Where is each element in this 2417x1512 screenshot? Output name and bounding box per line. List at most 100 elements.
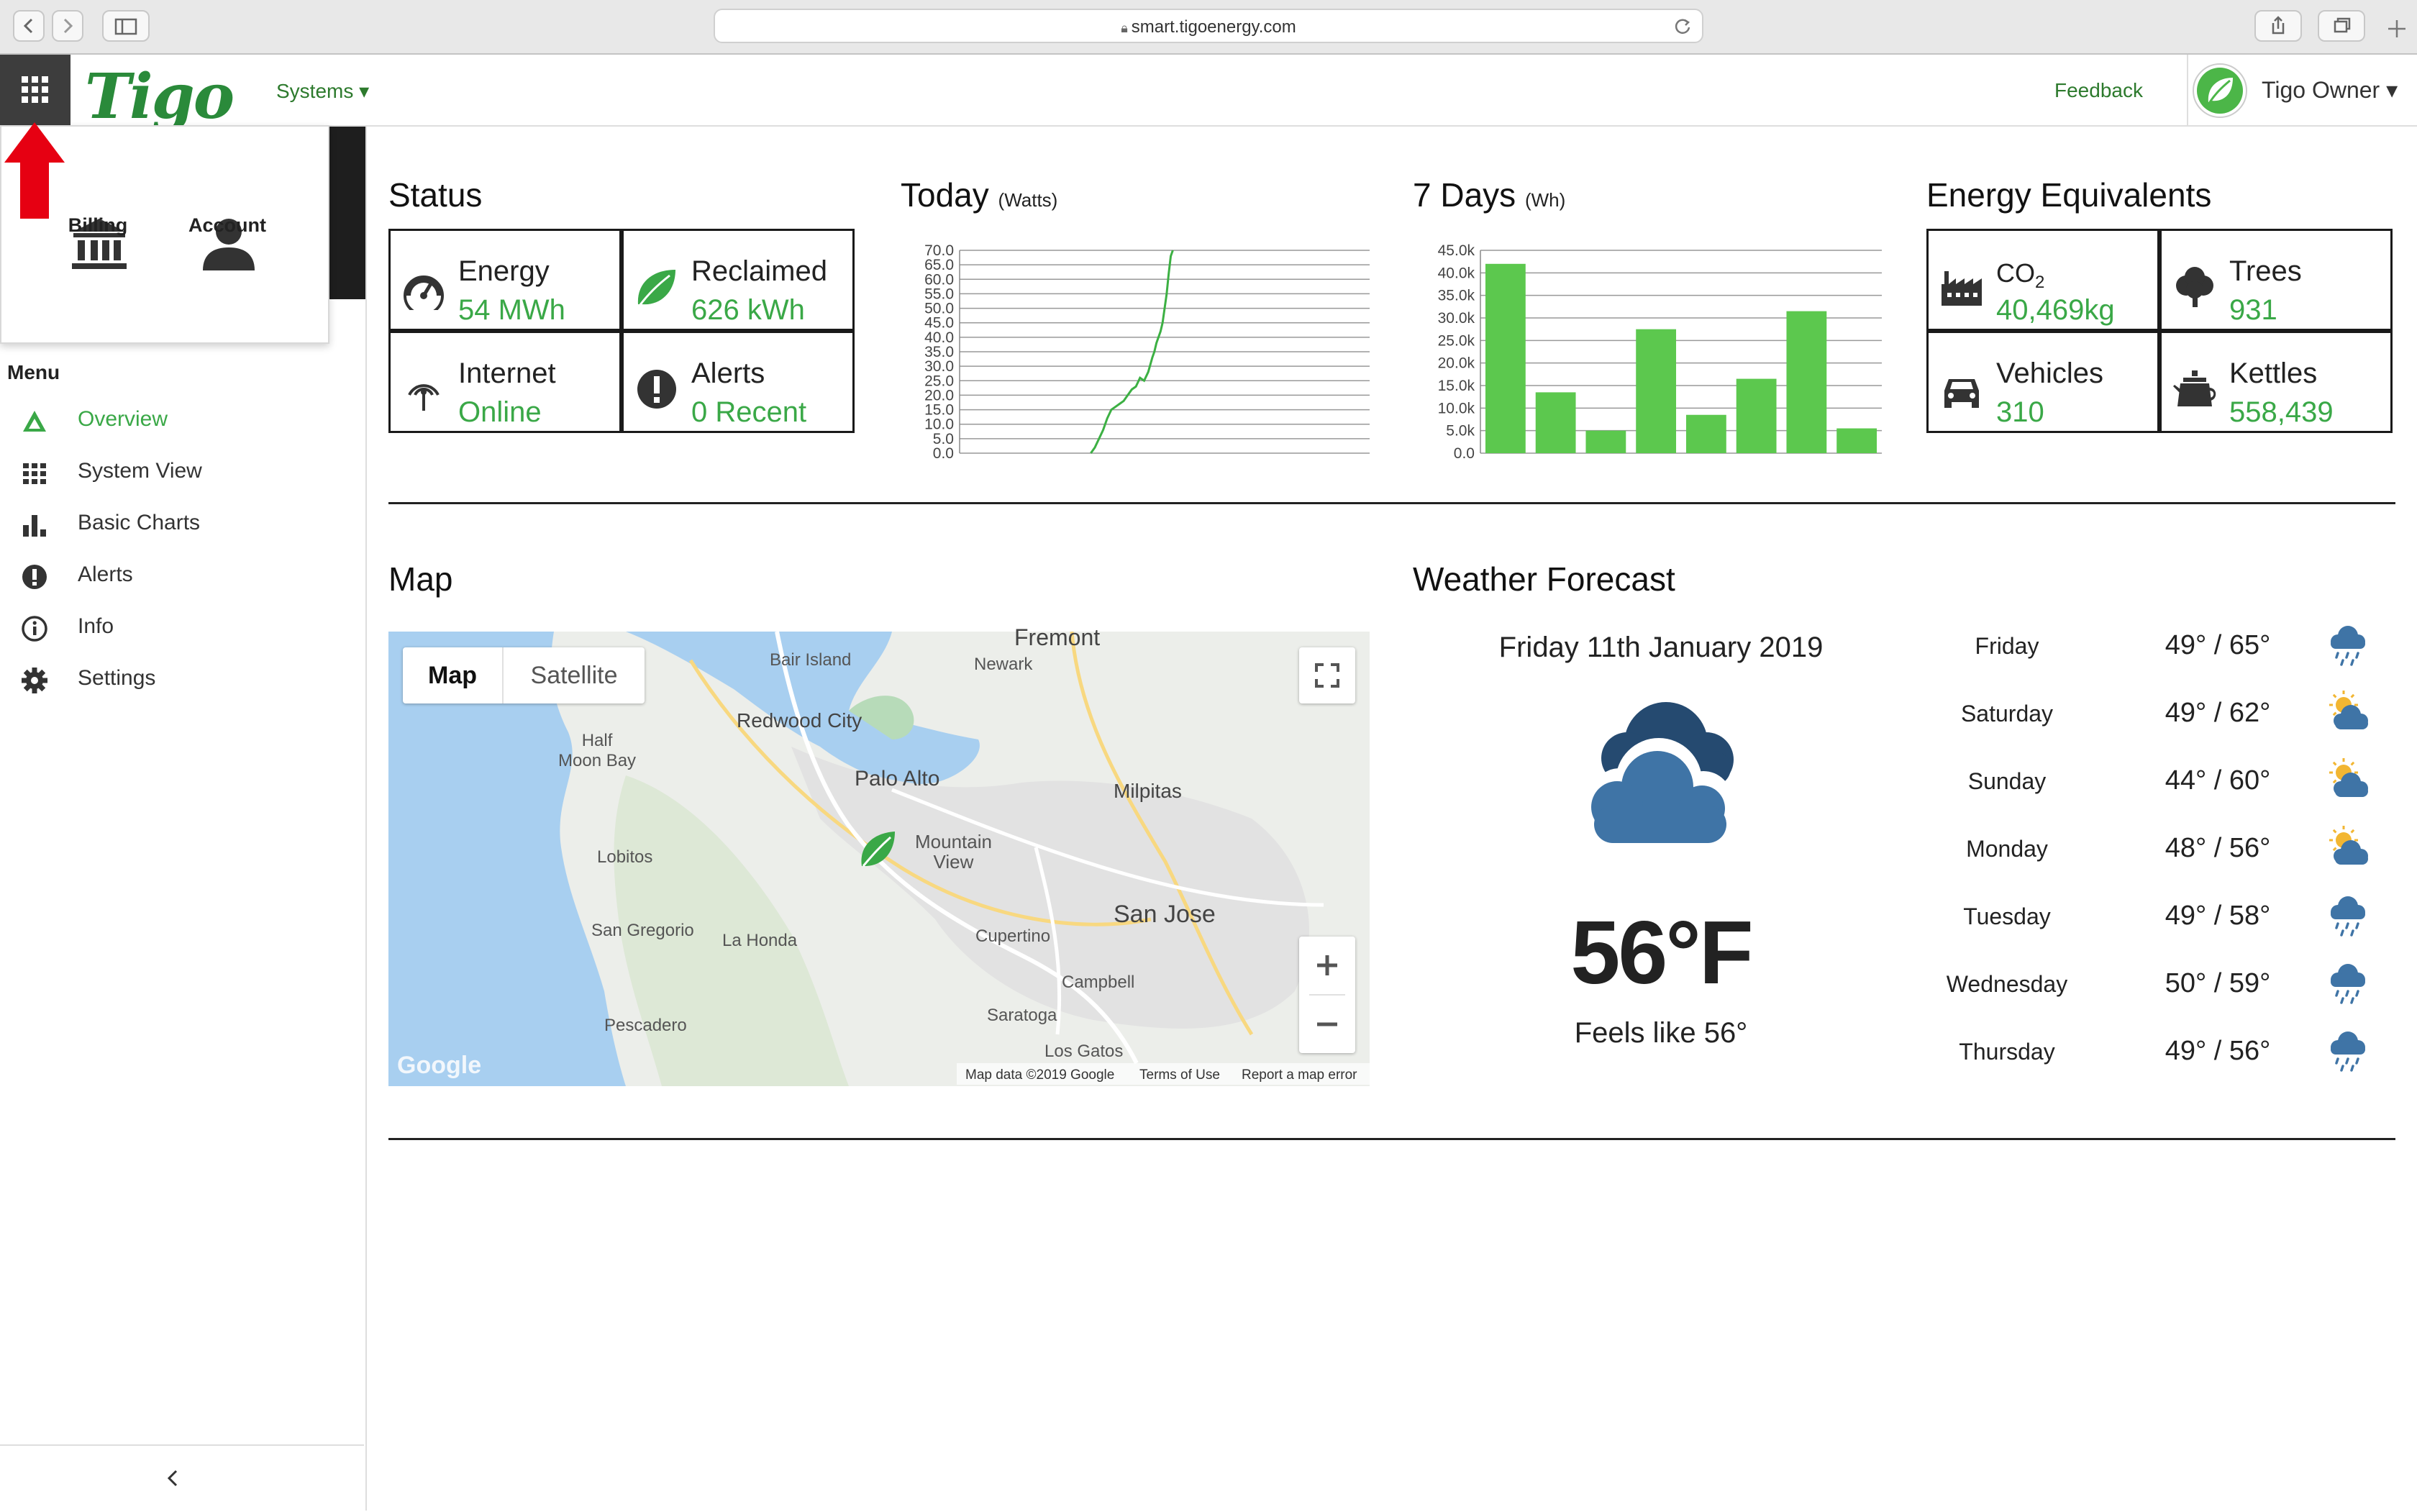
account-label[interactable]: Account — [163, 214, 292, 237]
exclamation-icon — [22, 565, 47, 589]
bar — [1636, 329, 1677, 453]
tigo-logo[interactable]: Tigo — [85, 60, 235, 133]
map-report-link[interactable]: Report a map error — [1242, 1067, 1357, 1083]
map-title: Map — [388, 560, 453, 598]
user-avatar[interactable] — [2193, 63, 2247, 118]
y-tick-label: 20.0 — [924, 387, 954, 404]
map-place: Los Gatos — [1044, 1042, 1124, 1061]
bar — [1736, 378, 1777, 453]
leaf-avatar-icon — [2197, 68, 2243, 114]
equivalent-tile-trees[interactable]: Trees 931 — [2159, 229, 2393, 331]
zoom-out-button[interactable] — [1299, 996, 1355, 1053]
car-icon — [1944, 379, 1979, 408]
systems-dropdown[interactable]: Systems ▾ — [276, 79, 369, 103]
forecast-day: Saturday — [1960, 701, 2054, 727]
y-tick-label: 25.0 — [924, 373, 954, 389]
tile-value: 558,439 — [2229, 396, 2334, 428]
tile-value: 626 kWh — [691, 294, 805, 326]
equivalent-tile-vehicles[interactable]: Vehicles 310 — [1926, 331, 2159, 433]
status-tile-energy[interactable]: Energy 54 MWh — [388, 229, 622, 331]
y-tick-label: 15.0 — [924, 402, 954, 419]
chevron-right-icon — [63, 18, 73, 34]
chevron-left-icon — [167, 1470, 178, 1487]
forecast-day: Sunday — [1967, 768, 2047, 794]
bar — [1585, 430, 1626, 453]
sidebar-item-label: Info — [78, 614, 114, 638]
tile-label: Trees — [2229, 255, 2302, 287]
y-tick-label: 15.0k — [1438, 378, 1475, 394]
forecast-temps: 49° / 62° — [2165, 698, 2271, 728]
bar — [1786, 311, 1827, 453]
tile-label: Alerts — [691, 357, 765, 389]
back-button[interactable] — [13, 10, 45, 42]
sidebar-item-alerts[interactable]: Alerts — [0, 550, 364, 601]
sidebar-item-overview[interactable]: Overview — [0, 394, 364, 446]
share-button[interactable] — [2254, 10, 2302, 42]
sidebar-item-basic-charts[interactable]: Basic Charts — [0, 498, 364, 550]
y-tick-label: 0.0 — [933, 445, 954, 462]
map-terms-link[interactable]: Terms of Use — [1139, 1067, 1220, 1083]
sidebar-item-label: Basic Charts — [78, 511, 201, 534]
map-place: Fremont — [1014, 624, 1101, 650]
menu-title: Menu — [7, 361, 60, 383]
sidebar-item-label: Alerts — [78, 563, 133, 586]
forecast-temps: 44° / 60° — [2165, 765, 2271, 796]
feedback-link[interactable]: Feedback — [2054, 79, 2143, 102]
tabs-button[interactable] — [2318, 10, 2365, 42]
y-tick-label: 25.0k — [1438, 332, 1475, 349]
url-text: 🔒︎ smart.tigoenergy.com — [715, 17, 1702, 37]
status-tile-reclaimed[interactable]: Reclaimed 626 kWh — [622, 229, 855, 331]
tile-label: Reclaimed — [691, 255, 827, 287]
forecast-temps: 48° / 56° — [2165, 833, 2271, 863]
map-fullscreen-button[interactable] — [1299, 647, 1355, 703]
y-tick-label: 60.0 — [924, 271, 954, 288]
sidebar-collapse-button[interactable] — [0, 1444, 364, 1512]
sidebar-item-label: Overview — [78, 407, 168, 431]
google-logo: Google — [397, 1052, 482, 1079]
share-icon — [2272, 16, 2285, 35]
red-arrow-icon — [4, 122, 65, 219]
forecast-day: Friday — [1975, 633, 2039, 659]
status-title: Status — [388, 176, 483, 214]
y-tick-label: 55.0 — [924, 286, 954, 302]
map-place: Palo Alto — [855, 767, 940, 791]
map-place: Pescadero — [604, 1016, 687, 1035]
status-tile-internet[interactable]: Internet Online — [388, 331, 622, 433]
status-tile-alerts[interactable]: Alerts 0 Recent — [622, 331, 855, 433]
map-zoom-control — [1299, 937, 1355, 1053]
map-tab-map[interactable]: Map — [403, 647, 504, 703]
sidebar-toggle-button[interactable] — [102, 10, 150, 42]
sun-cloud-icon — [2323, 688, 2372, 737]
map-place: Bair Island — [770, 650, 852, 670]
user-name[interactable]: Tigo Owner ▾ — [2262, 76, 2398, 104]
map-place: Saratoga — [987, 1006, 1057, 1025]
seven-days-title: 7 Days (Wh) — [1413, 176, 1565, 214]
co2-subscript: 2 — [2035, 273, 2045, 293]
info-icon — [22, 616, 47, 642]
y-tick-label: 50.0 — [924, 301, 954, 317]
sidebar-item-info[interactable]: Info — [0, 601, 364, 653]
sidebar-item-settings[interactable]: Settings — [0, 653, 364, 705]
tree-icon — [2176, 267, 2213, 307]
plus-icon — [1317, 955, 1337, 975]
forward-button[interactable] — [52, 10, 83, 42]
equivalents-title: Energy Equivalents — [1926, 176, 2212, 214]
tile-value: 0 Recent — [691, 396, 807, 428]
new-tab-button[interactable] — [2381, 13, 2413, 45]
seven-days-bar-chart: 0.0 5.0k 10.0k 15.0k 20.0k 25.0k 30.0k 35.0k 40.… — [1438, 242, 1882, 462]
reload-icon[interactable] — [1672, 16, 1693, 37]
map-place: Cupertino — [975, 926, 1051, 946]
map-tab-satellite[interactable]: Satellite — [504, 647, 645, 703]
triangle-icon — [23, 411, 46, 432]
equivalent-tile-co2[interactable]: CO2 40,469kg — [1926, 229, 2159, 331]
equivalent-tile-kettles[interactable]: Kettles 558,439 — [2159, 331, 2393, 433]
y-tick-label: 45.0 — [924, 315, 954, 332]
sidebar-item-system-view[interactable]: System View — [0, 446, 364, 498]
tile-value: 931 — [2229, 294, 2277, 326]
tile-label: Internet — [458, 357, 556, 389]
apps-menu-button[interactable] — [0, 55, 70, 125]
browser-toolbar: 🔒︎ smart.tigoenergy.com — [0, 0, 2417, 55]
zoom-in-button[interactable] — [1299, 937, 1355, 994]
address-bar[interactable]: 🔒︎ smart.tigoenergy.com — [714, 9, 1703, 43]
forecast-day: Wednesday — [1946, 971, 2068, 997]
